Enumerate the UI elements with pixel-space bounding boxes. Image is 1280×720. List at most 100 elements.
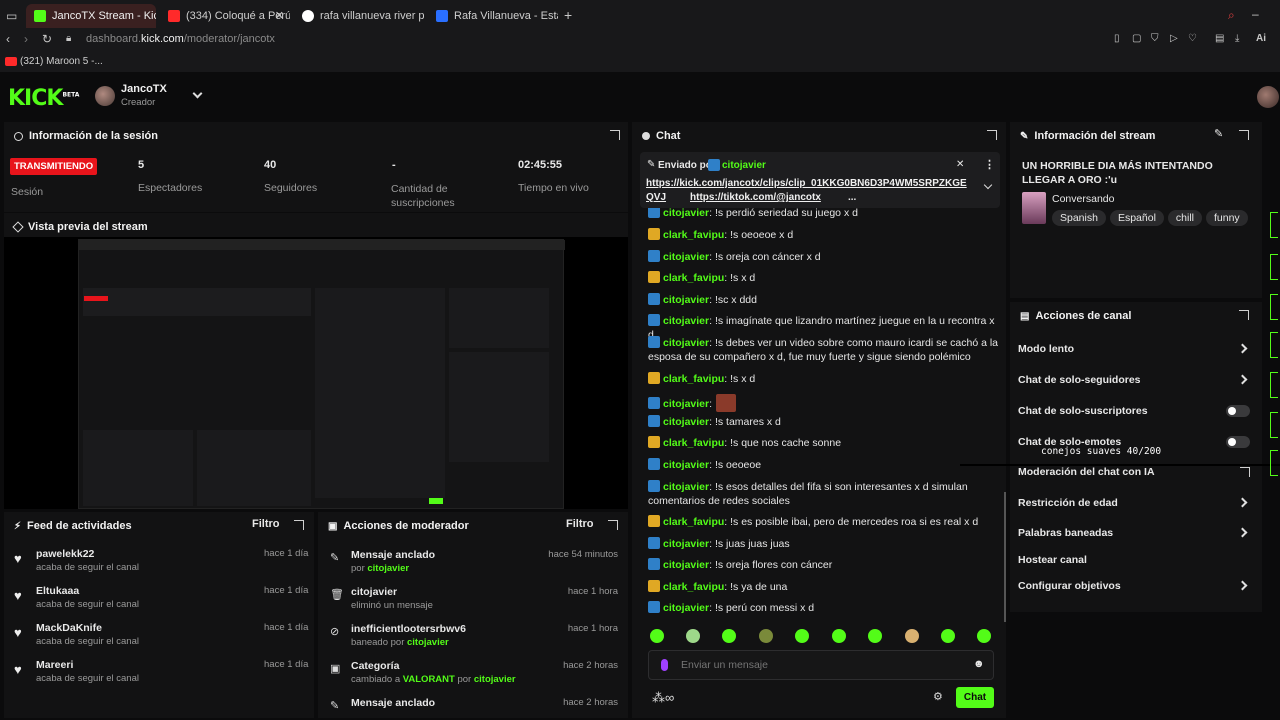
channel-action-row[interactable]: Chat de solo-seguidores bbox=[1010, 368, 1262, 392]
channel-action-row[interactable]: Configurar objetivos bbox=[1010, 574, 1262, 598]
chat-username[interactable]: citojavier bbox=[663, 207, 709, 219]
channel-avatar[interactable] bbox=[95, 86, 115, 106]
chat-username[interactable]: citojavier bbox=[663, 251, 709, 263]
chat-username[interactable]: citojavier bbox=[663, 538, 709, 550]
chat-username[interactable]: citojavier bbox=[663, 559, 709, 571]
mod-filter-button[interactable]: Filtro bbox=[566, 518, 594, 530]
bookmark-icon[interactable]: ▯ bbox=[1114, 33, 1120, 44]
chat-message[interactable]: citojavier: !sc x ddd bbox=[648, 293, 998, 307]
chat-username[interactable]: citojavier bbox=[663, 459, 709, 471]
emote-icon[interactable] bbox=[977, 629, 991, 643]
chat-username[interactable]: clark_favipu bbox=[663, 272, 724, 284]
channel-action-row[interactable]: Hostear canal bbox=[1010, 548, 1262, 572]
chat-message[interactable]: citojavier: !s esos detalles del fifa si… bbox=[648, 480, 998, 508]
expand-icon[interactable] bbox=[294, 520, 304, 530]
chat-username[interactable]: citojavier bbox=[663, 602, 709, 614]
chat-message[interactable]: citojavier: !s oreja con cáncer x d bbox=[648, 250, 998, 264]
chat-message[interactable]: citojavier: !s tamares x d bbox=[648, 415, 998, 429]
emote-icon[interactable] bbox=[905, 629, 919, 643]
tab-google-search[interactable]: rafa villanueva river plate bbox=[294, 4, 424, 28]
mod-action-target[interactable]: citojavier bbox=[367, 563, 409, 574]
chat-message[interactable]: citojavier: !s oeoeoe bbox=[648, 458, 998, 472]
chat-message[interactable]: citojavier: !s perdió seriedad su juego … bbox=[648, 206, 998, 220]
tab-kick-dashboard[interactable]: JancoTX Stream - Kick Da bbox=[26, 4, 156, 28]
pinned-username[interactable]: citojavier bbox=[722, 160, 766, 171]
chat-username[interactable]: citojavier bbox=[663, 294, 709, 306]
chat-message-input[interactable] bbox=[681, 657, 951, 673]
external-link-icon[interactable] bbox=[1240, 467, 1250, 477]
pinned-message[interactable]: ✎ Enviado por citojavier ✕ ⋮ https://kic… bbox=[640, 152, 1000, 208]
category-name[interactable]: Conversando bbox=[1052, 193, 1114, 205]
edit-icon[interactable]: ✎ bbox=[1214, 127, 1223, 140]
stream-preview-video[interactable] bbox=[4, 237, 628, 509]
emote-icon[interactable] bbox=[868, 629, 882, 643]
more-options-icon[interactable]: ⋮ bbox=[984, 158, 995, 171]
chat-input-box[interactable]: ☻ bbox=[648, 650, 994, 680]
emote-icon[interactable] bbox=[941, 629, 955, 643]
chat-message[interactable]: citojavier: !s oreja flores con cáncer bbox=[648, 558, 998, 572]
send-chat-button[interactable]: Chat bbox=[956, 687, 994, 708]
chat-username[interactable]: citojavier bbox=[663, 416, 709, 428]
tab-youtube[interactable]: (334) Coloqué a Perú ✕ bbox=[160, 4, 290, 28]
tag[interactable]: funny bbox=[1206, 210, 1248, 226]
emote-icon[interactable] bbox=[686, 629, 700, 643]
channel-switch-chevron-icon[interactable] bbox=[192, 88, 203, 99]
emote-icon[interactable] bbox=[722, 629, 736, 643]
chat-settings-gear-icon[interactable]: ⚙ bbox=[933, 690, 943, 703]
expand-icon[interactable] bbox=[608, 520, 618, 530]
activity-filter-button[interactable]: Filtro bbox=[252, 518, 280, 530]
channel-action-row[interactable]: Chat de solo-suscriptores bbox=[1010, 399, 1262, 423]
chat-scrollbar[interactable] bbox=[1004, 492, 1006, 622]
send-icon[interactable]: ▷ bbox=[1170, 33, 1178, 44]
chat-username[interactable]: clark_favipu bbox=[663, 581, 724, 593]
pinned-link-tiktok[interactable]: https://tiktok.com/@jancotx bbox=[690, 192, 821, 203]
close-tab-icon[interactable]: ✕ bbox=[275, 9, 284, 22]
chat-username[interactable]: clark_favipu bbox=[663, 516, 724, 528]
activity-username[interactable]: Eltukaaa bbox=[36, 585, 79, 597]
wallet-icon[interactable]: ▤ bbox=[1215, 33, 1224, 44]
minimize-icon[interactable]: – bbox=[1252, 7, 1259, 21]
chat-username[interactable]: citojavier bbox=[663, 315, 709, 327]
chat-message[interactable]: clark_favipu: !s x d bbox=[648, 271, 998, 285]
url-field[interactable]: dashboard.kick.com/moderator/jancotx bbox=[86, 33, 275, 45]
forward-icon[interactable]: › bbox=[24, 32, 28, 46]
chat-username[interactable]: clark_favipu bbox=[663, 437, 724, 449]
heart-icon[interactable]: ♡ bbox=[1188, 33, 1197, 44]
category-thumbnail[interactable] bbox=[1022, 192, 1046, 224]
emote-icon[interactable] bbox=[795, 629, 809, 643]
unpin-icon[interactable]: ✕ bbox=[956, 159, 964, 170]
tab-actions-icon[interactable]: ▭ bbox=[6, 9, 17, 23]
chat-message[interactable]: citojavier: !s perú con messi x d bbox=[648, 601, 998, 615]
shield-icon[interactable]: ⛉ bbox=[1151, 33, 1159, 44]
emote-icon[interactable] bbox=[759, 629, 773, 643]
emote-icon[interactable] bbox=[832, 629, 846, 643]
chat-message[interactable]: clark_favipu: !s es posible ibai, pero d… bbox=[648, 515, 998, 529]
bookmark-item[interactable]: (321) Maroon 5 -... bbox=[20, 56, 103, 67]
chat-username[interactable]: clark_favipu bbox=[663, 373, 724, 385]
activity-username[interactable]: MackDaKnife bbox=[36, 622, 102, 634]
chat-username[interactable]: citojavier bbox=[663, 398, 709, 410]
user-avatar[interactable] bbox=[1257, 86, 1279, 108]
mod-action-target[interactable]: citojavier bbox=[407, 637, 449, 648]
mod-action-target[interactable]: VALORANT bbox=[403, 674, 455, 685]
mod-action-actor[interactable]: citojavier bbox=[474, 674, 516, 685]
chat-message[interactable]: clark_favipu: !s ya de una bbox=[648, 580, 998, 594]
tag[interactable]: chill bbox=[1167, 210, 1202, 226]
search-tabs-icon[interactable]: ⌕ bbox=[1228, 8, 1235, 23]
expand-icon[interactable] bbox=[610, 130, 620, 140]
expand-icon[interactable] bbox=[1239, 310, 1249, 320]
activity-username[interactable]: Mareeri bbox=[36, 659, 73, 671]
tab-rafa-stats[interactable]: Rafa Villanueva - Estad. y bbox=[428, 4, 558, 28]
toggle-switch[interactable] bbox=[1226, 436, 1250, 448]
ai-icon[interactable]: Ai bbox=[1256, 33, 1266, 44]
back-icon[interactable]: ‹ bbox=[6, 32, 10, 46]
chat-message[interactable]: clark_favipu: !s oeoeoe x d bbox=[648, 228, 998, 242]
chat-message[interactable]: citojavier: !s debes ver un video sobre … bbox=[648, 336, 998, 364]
expand-icon[interactable] bbox=[987, 130, 997, 140]
channel-action-row[interactable]: Modo lento bbox=[1010, 337, 1262, 361]
screenshot-icon[interactable]: ▢ bbox=[1132, 33, 1141, 44]
emoji-picker-icon[interactable]: ☻ bbox=[973, 658, 985, 670]
chat-message[interactable]: clark_favipu: !s que nos cache sonne bbox=[648, 436, 998, 450]
kick-logo[interactable]: KICKBETA bbox=[8, 86, 79, 111]
collapse-chevron-icon[interactable] bbox=[983, 180, 993, 190]
